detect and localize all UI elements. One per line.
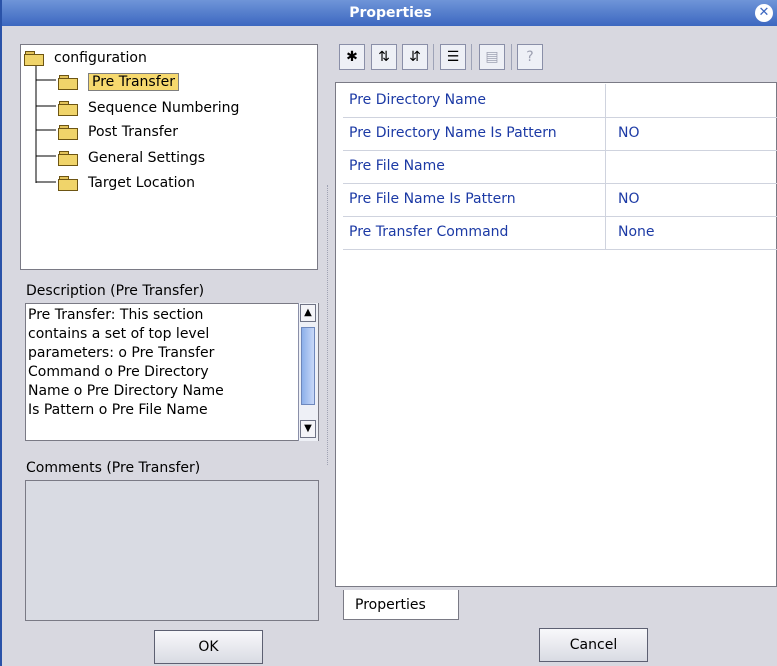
- sort-category-icon[interactable]: ⇵: [402, 44, 428, 70]
- window-title: Properties: [349, 5, 432, 21]
- description-line: Name o Pre Directory Name: [28, 383, 224, 399]
- tree-item-label: General Settings: [88, 150, 206, 166]
- checklist-icon[interactable]: ☰: [440, 44, 466, 70]
- grid-row[interactable]: Pre Directory Name Is Pattern NO: [343, 117, 777, 151]
- property-value[interactable]: None: [607, 216, 777, 249]
- scroll-thumb[interactable]: [301, 327, 315, 405]
- grid-row[interactable]: Pre File Name Is Pattern NO: [343, 183, 777, 217]
- grid-row[interactable]: Pre Directory Name: [343, 84, 777, 118]
- properties-window: Properties ✕ configuration Pre Transfer …: [0, 0, 777, 666]
- description-scrollbar[interactable]: ▲ ▼: [298, 303, 318, 441]
- folder-icon: [58, 101, 78, 116]
- toolbar-separator: [433, 44, 434, 70]
- property-name: Pre File Name: [343, 150, 606, 183]
- tree-item-sequence-numbering[interactable]: Sequence Numbering: [58, 97, 239, 119]
- folder-icon: [58, 176, 78, 191]
- toolbar-separator: [471, 44, 472, 70]
- cancel-button[interactable]: Cancel: [539, 628, 648, 662]
- tree-item-post-transfer[interactable]: Post Transfer: [58, 121, 178, 143]
- description-line: Command o Pre Directory: [28, 364, 209, 380]
- description-line: Is Pattern o Pre File Name: [28, 402, 208, 418]
- property-name: Pre Directory Name: [343, 84, 606, 117]
- scroll-up-icon[interactable]: ▲: [300, 304, 316, 322]
- scroll-down-icon[interactable]: ▼: [300, 420, 316, 438]
- tree-item-label: Target Location: [88, 175, 195, 191]
- tree-item-target-location[interactable]: Target Location: [58, 172, 195, 194]
- description-line: parameters: o Pre Transfer: [28, 345, 215, 361]
- comments-box[interactable]: [25, 480, 319, 621]
- description-line: contains a set of top level: [28, 326, 210, 342]
- title-bar: Properties ✕: [2, 0, 777, 26]
- property-name: Pre Transfer Command: [343, 216, 606, 249]
- folder-icon: [58, 125, 78, 140]
- tree-item-label: Sequence Numbering: [88, 100, 240, 116]
- grid-row[interactable]: Pre File Name: [343, 150, 777, 184]
- tree-item-label: Post Transfer: [88, 124, 179, 140]
- tree-root-label: configuration: [54, 50, 147, 66]
- property-value[interactable]: NO: [607, 183, 777, 216]
- tree-item-general-settings[interactable]: General Settings: [58, 147, 205, 169]
- toolbar-separator: [511, 44, 512, 70]
- property-name: Pre File Name Is Pattern: [343, 183, 606, 216]
- property-value[interactable]: [607, 84, 777, 117]
- folder-icon: [58, 75, 78, 90]
- description-label: Description (Pre Transfer): [26, 283, 205, 299]
- property-value[interactable]: NO: [607, 117, 777, 150]
- property-value[interactable]: [607, 150, 777, 183]
- property-name: Pre Directory Name Is Pattern: [343, 117, 606, 150]
- tree-item-pre-transfer[interactable]: Pre Transfer: [58, 71, 180, 93]
- collapse-all-icon[interactable]: ✱: [339, 44, 365, 70]
- description-line: Pre Transfer: This section: [28, 307, 204, 323]
- comments-label: Comments (Pre Transfer): [26, 460, 201, 476]
- grid-row[interactable]: Pre Transfer Command None: [343, 216, 777, 250]
- ok-button[interactable]: OK: [154, 630, 263, 664]
- description-box: Pre Transfer: This section contains a se…: [25, 303, 319, 441]
- folder-icon: [58, 151, 78, 166]
- tree-item-label: Pre Transfer: [88, 73, 180, 91]
- tab-label: Properties: [355, 597, 426, 613]
- close-icon[interactable]: ✕: [755, 4, 773, 22]
- help-icon[interactable]: ?: [517, 44, 543, 70]
- sort-alpha-icon[interactable]: ⇅: [371, 44, 397, 70]
- tab-properties[interactable]: Properties: [343, 590, 459, 620]
- folder-icon: [24, 51, 44, 66]
- splitter[interactable]: [327, 185, 331, 465]
- table-icon[interactable]: ▤: [479, 44, 505, 70]
